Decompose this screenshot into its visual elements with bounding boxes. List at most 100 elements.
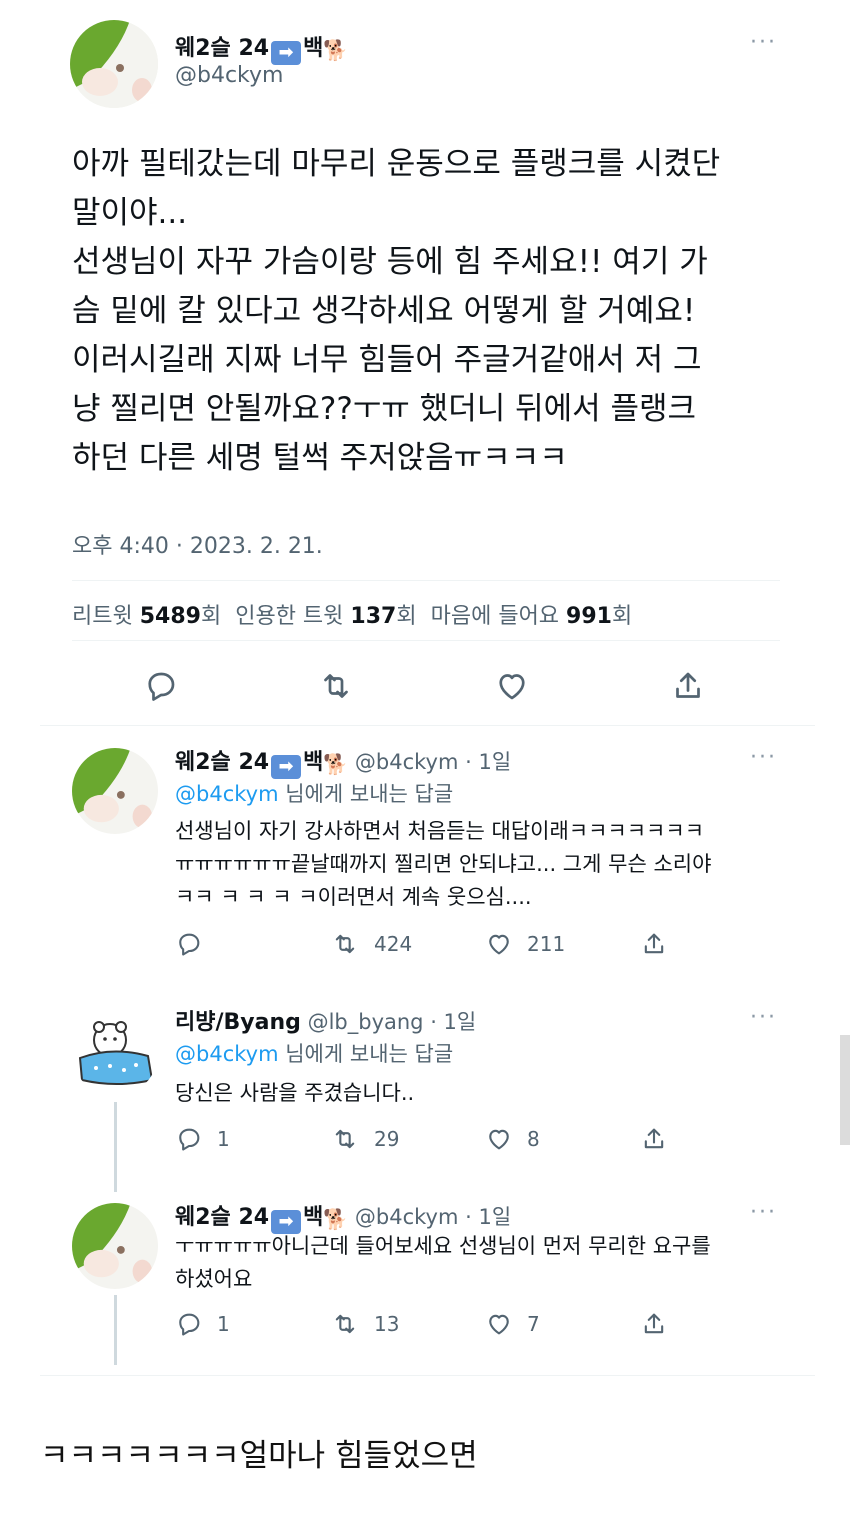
avatar-image-icon [72,1203,158,1289]
author-name-text: 웨2슬 24 [175,1205,270,1230]
divider [72,640,780,641]
reply-to-suffix: 님에게 보내는 답글 [285,782,454,806]
reply-handle[interactable]: @b4ckym [355,750,459,774]
like-count: 7 [527,1312,540,1336]
more-icon[interactable]: ··· [750,1005,777,1030]
like-icon [499,674,525,700]
dog-emoji-icon: 🐕 [323,752,349,776]
share-icon [644,1128,664,1149]
reply-avatar[interactable] [72,748,158,834]
reply-count: 1 [217,1312,230,1336]
quotes-label[interactable]: 인용한 트윗 [235,604,343,629]
likes-unit: 회 [611,604,633,629]
quotes-count[interactable]: 137 [350,604,396,629]
author-name-text: 웨2슬 24 [175,750,270,775]
bear-avatar-icon [72,1010,158,1096]
retweet-icon [324,674,348,698]
share-button[interactable] [670,668,706,704]
more-icon[interactable]: ··· [750,745,777,770]
reply-text: ㅜㅠㅠㅠㅠ아니근데 들어보세요 선생님이 먼저 무리한 요구를 하셨어요 [175,1234,711,1291]
post-caption: ㅋㅋㅋㅋㅋㅋㅋ얼마나 힘들었으면 [40,1438,478,1474]
main-handle[interactable]: @b4ckym [175,63,283,88]
likes-label[interactable]: 마음에 들어요 [431,604,559,629]
reply-header: 웨2슬 24 ➡ 백🐕 @b4ckym · 1일 [175,744,511,779]
reply-handle[interactable]: @lb_byang [308,1010,424,1034]
retweet-button[interactable]: 424 [330,930,412,958]
like-icon [489,1129,509,1150]
main-author-name[interactable]: 웨2슬 24 ➡ 백🐕 [175,30,348,65]
like-count: 8 [527,1127,540,1151]
author-name-suffix: 백 [303,36,324,61]
divider [40,1375,815,1376]
author-name-suffix: 백 [303,750,324,775]
reply-icon [148,672,175,701]
like-icon [489,1314,509,1335]
reply-button[interactable]: 1 [175,1125,230,1153]
likes-count[interactable]: 991 [566,604,612,629]
retweet-button[interactable]: 13 [330,1310,399,1338]
reply-author-name[interactable]: 웨2슬 24 ➡ 백🐕 [175,750,349,779]
reply-to-suffix: 님에게 보내는 답글 [285,1042,454,1066]
tweet-stats: 리트윗 5489회 인용한 트윗 137회 마음에 들어요 991회 [72,598,632,630]
reply-count: 1 [217,1127,230,1151]
more-icon[interactable]: ··· [750,30,777,55]
retweets-unit: 회 [200,604,222,629]
dog-emoji-icon: 🐕 [323,1207,349,1231]
reply-to-line: @b4ckym 님에게 보내는 답글 [175,778,453,808]
reply-to-handle[interactable]: @b4ckym [175,1042,279,1066]
like-button[interactable] [494,668,530,704]
reply-to-line: @b4ckym 님에게 보내는 답글 [175,1038,453,1068]
reply-avatar[interactable] [72,1203,158,1289]
reply-button[interactable] [143,668,179,704]
reply-button[interactable] [175,930,217,958]
share-icon [644,1313,664,1334]
reply-icon [179,1313,200,1336]
retweets-label[interactable]: 리트윗 [72,604,133,629]
tweet-timestamp[interactable]: 오후 4:40 · 2023. 2. 21. [72,528,323,560]
like-button[interactable]: 8 [485,1125,540,1153]
reply-icon [179,933,200,956]
retweet-icon [335,1314,355,1334]
reply-to-handle[interactable]: @b4ckym [175,782,279,806]
reply-icon [179,1128,200,1151]
dog-emoji-icon: 🐕 [323,38,349,62]
share-icon [644,933,664,954]
reply-author-name[interactable]: 리뱡/Byang [175,1010,301,1035]
reply-handle[interactable]: @b4ckym [355,1205,459,1229]
avatar-image-icon [72,748,158,834]
divider [40,725,815,726]
like-icon [489,934,509,955]
reply-author-name[interactable]: 웨2슬 24 ➡ 백🐕 [175,1205,349,1234]
reply-avatar[interactable] [72,1010,158,1096]
right-arrow-badge-icon: ➡ [271,41,302,65]
share-button[interactable] [640,930,668,958]
retweet-count: 13 [374,1312,400,1336]
right-arrow-badge-icon: ➡ [271,755,302,779]
reply-time[interactable]: · 1일 [465,750,511,774]
main-tweet-text: 아까 필테갔는데 마무리 운동으로 플랭크를 시켰단 말이야... 선생님이 자… [72,146,721,476]
share-icon [676,672,700,698]
main-avatar[interactable] [70,20,158,108]
like-count: 211 [527,932,566,956]
reply-button[interactable]: 1 [175,1310,230,1338]
retweet-count: 29 [374,1127,400,1151]
reply-text: 선생님이 자기 강사하면서 처음듣는 대답이래ㅋㅋㅋㅋㅋㅋㅋ ㅠㅠㅠㅠㅠㅠ끝날때… [175,819,712,909]
avatar-image-icon [70,20,158,108]
retweet-button[interactable]: 29 [330,1125,399,1153]
share-button[interactable] [640,1310,668,1338]
more-icon[interactable]: ··· [750,1200,777,1225]
retweet-icon [335,1129,355,1149]
retweets-count[interactable]: 5489 [140,604,201,629]
like-button[interactable]: 7 [485,1310,540,1338]
author-name-text: 웨2슬 24 [175,36,270,61]
author-name-suffix: 백 [303,1205,324,1230]
reply-time[interactable]: · 1일 [465,1205,511,1229]
like-button[interactable]: 211 [485,930,565,958]
retweet-button[interactable] [317,668,355,704]
share-button[interactable] [640,1125,668,1153]
thread-line [114,1295,117,1365]
reply-text: 당신은 사람을 주겼습니다.. [175,1081,415,1105]
scrollbar-thumb[interactable] [840,1035,850,1145]
reply-time[interactable]: · 1일 [430,1010,476,1034]
reply-header: 웨2슬 24 ➡ 백🐕 @b4ckym · 1일 [175,1199,511,1234]
